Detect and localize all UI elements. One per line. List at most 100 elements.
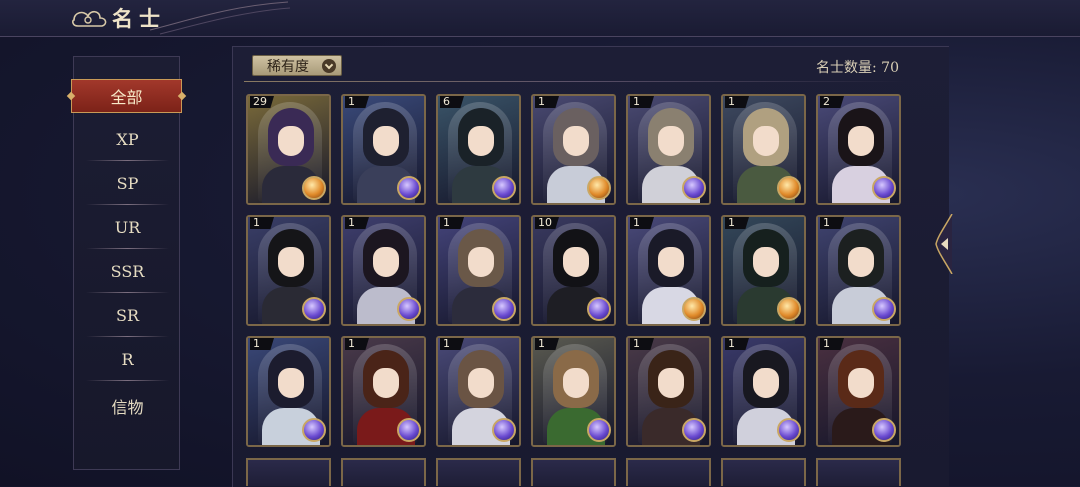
card-count-badge: 2 — [820, 96, 844, 108]
element-orb-icon — [587, 418, 611, 442]
element-orb-icon — [492, 418, 516, 442]
element-orb-icon — [587, 297, 611, 321]
sidebar-item-sp[interactable]: SP — [86, 161, 169, 205]
character-count: 名士数量: 70 — [816, 60, 899, 76]
character-card[interactable]: 1 — [531, 336, 616, 447]
character-card[interactable]: 1 — [436, 336, 521, 447]
card-count-badge: 29 — [250, 96, 274, 108]
element-orb-icon — [302, 297, 326, 321]
partial-card[interactable] — [816, 458, 901, 486]
card-count-badge: 1 — [630, 338, 654, 350]
sidebar-item-label: 全部 — [110, 88, 143, 107]
portrait-face — [278, 368, 304, 398]
element-orb-icon — [872, 418, 896, 442]
partial-card[interactable] — [626, 458, 711, 486]
sidebar-item-ur[interactable]: UR — [86, 205, 169, 249]
portrait-face — [848, 126, 874, 156]
sidebar-item-xp[interactable]: XP — [86, 117, 169, 161]
partial-card[interactable] — [341, 458, 426, 486]
partial-card[interactable] — [436, 458, 521, 486]
collapse-arrow-icon[interactable] — [934, 214, 954, 274]
sidebar-item-label: SSR — [110, 261, 145, 281]
character-card[interactable]: 1 — [626, 215, 711, 326]
element-orb-icon — [302, 418, 326, 442]
portrait-face — [658, 247, 684, 277]
card-count-badge: 1 — [345, 96, 369, 108]
sidebar-item-r[interactable]: R — [86, 337, 169, 381]
portrait-face — [373, 126, 399, 156]
element-orb-icon — [682, 418, 706, 442]
portrait-face — [468, 247, 494, 277]
rarity-filter-label: 稀有度 — [267, 58, 309, 75]
character-card[interactable]: 1 — [721, 94, 806, 205]
character-card[interactable]: 6 — [436, 94, 521, 205]
partial-card[interactable] — [246, 458, 331, 486]
element-orb-icon — [777, 418, 801, 442]
card-count-badge: 1 — [725, 217, 749, 229]
portrait-face — [373, 247, 399, 277]
sidebar-item-sr[interactable]: SR — [86, 293, 169, 337]
sidebar-item-label: SR — [115, 305, 139, 325]
card-count-badge: 1 — [250, 338, 274, 350]
character-card[interactable]: 1 — [816, 215, 901, 326]
portrait-face — [753, 247, 779, 277]
portrait-face — [753, 126, 779, 156]
element-orb-icon — [397, 297, 421, 321]
portrait-face — [848, 247, 874, 277]
character-card[interactable]: 1 — [721, 336, 806, 447]
portrait-face — [563, 126, 589, 156]
element-orb-icon — [587, 176, 611, 200]
character-card[interactable]: 1 — [626, 94, 711, 205]
character-card[interactable]: 29 — [246, 94, 331, 205]
right-diamond-ornament — [177, 91, 187, 101]
element-orb-icon — [777, 176, 801, 200]
character-card[interactable]: 1 — [626, 336, 711, 447]
sidebar-item-label: R — [121, 349, 134, 369]
character-card[interactable]: 1 — [246, 336, 331, 447]
portrait-face — [373, 368, 399, 398]
character-card[interactable]: 1 — [531, 94, 616, 205]
card-count-badge: 1 — [345, 338, 369, 350]
card-count-badge: 1 — [630, 96, 654, 108]
character-card[interactable]: 1 — [721, 215, 806, 326]
element-orb-icon — [492, 297, 516, 321]
portrait-face — [753, 368, 779, 398]
character-card[interactable]: 1 — [341, 336, 426, 447]
top-bar: 名士 — [0, 0, 1080, 37]
element-orb-icon — [492, 176, 516, 200]
portrait-face — [563, 368, 589, 398]
sidebar-item-label: SP — [116, 173, 139, 193]
sidebar-item-all[interactable]: 全部 — [66, 79, 187, 113]
card-count-badge: 1 — [820, 338, 844, 350]
header-divider — [244, 81, 908, 82]
character-card[interactable]: 1 — [436, 215, 521, 326]
sidebar-item-token[interactable]: 信物 — [86, 384, 169, 428]
character-card[interactable]: 1 — [341, 215, 426, 326]
card-count-badge: 1 — [630, 217, 654, 229]
element-orb-icon — [872, 176, 896, 200]
divider — [86, 380, 169, 381]
character-card[interactable]: 1 — [816, 336, 901, 447]
element-orb-icon — [682, 297, 706, 321]
character-card[interactable]: 1 — [341, 94, 426, 205]
character-card[interactable]: 1 — [246, 215, 331, 326]
partial-card[interactable] — [721, 458, 806, 486]
sidebar-item-ssr[interactable]: SSR — [86, 249, 169, 293]
portrait-face — [848, 368, 874, 398]
portrait-face — [658, 126, 684, 156]
partial-card[interactable] — [531, 458, 616, 486]
element-orb-icon — [682, 176, 706, 200]
portrait-face — [468, 368, 494, 398]
category-sidebar: 全部 XP SP UR SSR SR R 信物 — [66, 56, 187, 470]
character-card[interactable]: 10 — [531, 215, 616, 326]
portrait-face — [278, 247, 304, 277]
portrait-face — [278, 126, 304, 156]
sidebar-item-label: XP — [116, 129, 139, 149]
card-count-badge: 1 — [440, 338, 464, 350]
rarity-filter-dropdown[interactable]: 稀有度 — [252, 55, 342, 76]
sidebar-item-label: 信物 — [111, 398, 144, 417]
portrait-face — [468, 126, 494, 156]
cloud-ornament-icon — [72, 10, 107, 27]
character-card[interactable]: 2 — [816, 94, 901, 205]
card-count-badge: 1 — [250, 217, 274, 229]
